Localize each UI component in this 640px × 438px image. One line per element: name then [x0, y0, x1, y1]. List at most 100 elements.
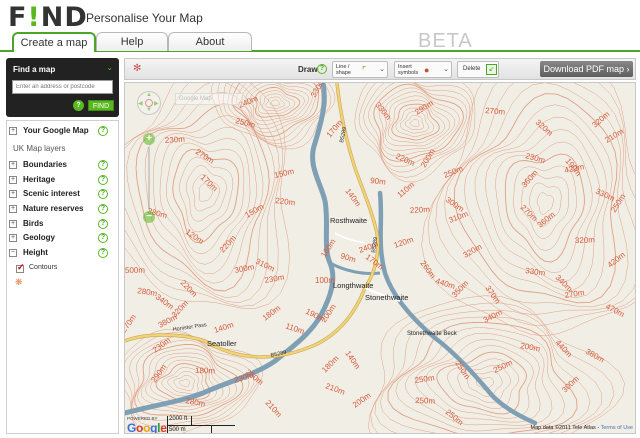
height-label: 270m [564, 288, 586, 300]
height-label: 140m [213, 320, 235, 335]
tab-about[interactable]: About [168, 32, 252, 51]
pass-honister: Honister Pass [172, 322, 207, 333]
help-icon[interactable]: ? [98, 248, 108, 258]
height-label: 150m [273, 167, 295, 180]
delete-eraser-icon: ↙ [486, 64, 497, 75]
layer-label: Height [23, 248, 48, 257]
reset-view-icon[interactable] [145, 99, 153, 107]
height-label: 290m [149, 362, 168, 384]
height-label: 180m [320, 354, 341, 375]
height-label: 310m [254, 257, 276, 274]
contours-checkbox[interactable] [16, 262, 25, 273]
expand-icon[interactable]: + [9, 220, 17, 228]
app-root: F!ND Personalise Your Map BETA Create a … [0, 0, 640, 438]
layer-scenic-interest[interactable]: + Scenic interest ? [9, 188, 117, 200]
place-stonethwaite-beck: Stonethwaite Beck [407, 331, 458, 337]
height-label: 110m [396, 180, 417, 200]
download-pdf-map-button[interactable]: Download PDF map › [540, 61, 633, 77]
help-icon[interactable]: ? [73, 100, 84, 111]
pan-down-icon[interactable]: ▼ [146, 107, 152, 113]
place-seatoller: Seatoller [207, 339, 237, 348]
layer-nature-reserves[interactable]: + Nature reserves ? [9, 203, 117, 215]
height-label: 220m [218, 233, 238, 254]
map-type-control[interactable]: Google Map [175, 93, 243, 105]
expand-icon[interactable]: + [9, 205, 17, 213]
height-label: 270m [485, 106, 506, 117]
height-label: 120m [184, 227, 206, 246]
height-label: 360m [520, 168, 540, 189]
height-label: 210m [264, 398, 284, 419]
draw-label: Draw [298, 65, 318, 74]
layer-label: Scenic interest [23, 189, 80, 198]
marker-tool-icon[interactable]: ✻ [133, 63, 141, 74]
help-icon[interactable]: ? [317, 64, 327, 74]
height-label: 270m [194, 147, 216, 166]
expand-icon[interactable]: + [9, 234, 17, 242]
logo-bang: ! [27, 2, 41, 33]
delete-label: Delete [463, 66, 481, 72]
height-label: 290m [413, 98, 435, 116]
google-logo[interactable]: Google [127, 421, 167, 434]
help-icon[interactable]: ? [98, 204, 108, 214]
layer-geology[interactable]: + Geology ? [9, 232, 117, 244]
layer-birds[interactable]: + Birds ? [9, 218, 117, 230]
insert-symbols-button[interactable]: Insert symbols ● ⌄ [394, 61, 452, 78]
pan-left-icon[interactable]: ◀ [138, 100, 143, 107]
height-label: 90m [370, 176, 387, 187]
height-label: 470m [604, 302, 626, 319]
layer-boundaries[interactable]: + Boundaries ? [9, 159, 117, 171]
find-logo[interactable]: F!ND [8, 4, 88, 32]
line-shape-button[interactable]: Line / shape ⌜ ⌄ [332, 61, 388, 78]
chevron-down-icon[interactable]: ⌄ [106, 63, 113, 72]
layer-height[interactable]: − Height ? [9, 247, 117, 259]
chevron-down-icon[interactable]: ⌄ [379, 65, 385, 73]
help-icon[interactable]: ? [98, 175, 108, 185]
layer-label: Geology [23, 233, 56, 242]
help-icon[interactable]: ? [98, 160, 108, 170]
height-label: 200m [520, 341, 542, 353]
height-label: 220m [394, 152, 416, 168]
help-icon[interactable]: ? [98, 219, 108, 229]
contours-label: Contours [29, 264, 58, 271]
expand-icon[interactable]: + [9, 176, 17, 184]
height-label: 170m [199, 173, 220, 193]
chevron-down-icon[interactable]: ⌄ [443, 65, 449, 73]
find-title: Find a map [13, 65, 56, 74]
zoom-slider-track[interactable] [148, 147, 150, 209]
tab-help[interactable]: Help [96, 32, 168, 51]
height-label: 320m [590, 109, 611, 129]
uk-layers-title: UK Map layers [13, 144, 66, 153]
height-label: 260m [418, 259, 437, 281]
terms-of-use-link[interactable]: Terms of Use [601, 425, 633, 431]
line-shape-label: Line / shape [336, 64, 351, 76]
layer-your-google-map[interactable]: + Your Google Map ? [9, 125, 117, 137]
pan-up-icon[interactable]: ▲ [146, 92, 152, 98]
collapse-icon[interactable]: − [9, 249, 17, 257]
address-search-input[interactable] [12, 80, 113, 94]
zoom-in-button[interactable]: + [143, 133, 155, 145]
layer-heritage[interactable]: + Heritage ? [9, 174, 117, 186]
height-label: 250m [235, 116, 257, 130]
topographic-map[interactable]: 330m240m250m330m 290m 270m320m 320m230m270m… [125, 83, 636, 434]
find-button[interactable]: FIND [88, 100, 114, 111]
map-toolbar: ✻ Draw ? Line / shape ⌜ ⌄ Insert symbols… [124, 58, 636, 80]
expand-icon[interactable]: + [9, 161, 17, 169]
map-navigation-control: ▲ ▼ ◀ ▶ + − [137, 91, 161, 223]
place-rosthwaite: Rosthwaite [330, 216, 367, 225]
zoom-out-button[interactable]: − [143, 211, 155, 223]
help-icon[interactable]: ? [98, 233, 108, 243]
pan-right-icon[interactable]: ▶ [154, 100, 159, 107]
height-label: 270m [125, 312, 138, 334]
scale-feet: 2000 ft [169, 416, 188, 422]
find-a-map-panel: Find a map ⌄ ? FIND [6, 58, 119, 117]
help-icon[interactable]: ? [98, 189, 108, 199]
expand-icon[interactable]: + [9, 127, 17, 135]
expand-icon[interactable]: + [9, 190, 17, 198]
tab-create-a-map[interactable]: Create a map [12, 32, 96, 52]
help-icon[interactable]: ? [98, 126, 108, 136]
height-label: 200m [351, 391, 373, 410]
height-label: 420m [606, 250, 628, 270]
logo-letter: e [160, 421, 167, 434]
map-canvas[interactable]: 330m 240m 250m 330m 290m 270m 320m 320m 230m 270m… [124, 82, 636, 434]
delete-button[interactable]: Delete ↙ [457, 61, 499, 78]
